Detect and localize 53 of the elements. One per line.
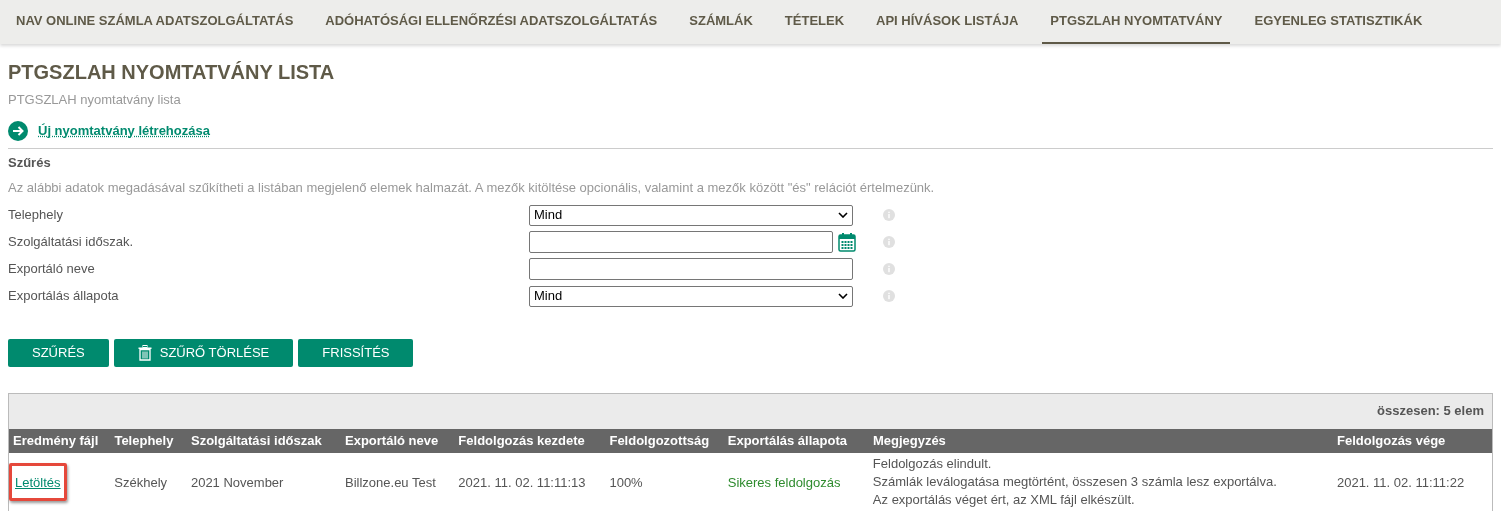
trash-icon <box>137 344 152 361</box>
page-subtitle: PTGSZLAH nyomtatvány lista <box>8 91 182 109</box>
info-icon <box>883 209 895 221</box>
nav-tab[interactable]: ADÓHATÓSÁGI ELLENŐRZÉSI ADATSZOLGÁLTATÁS <box>317 0 666 44</box>
create-link[interactable]: Új nyomtatvány létrehozása <box>38 120 210 141</box>
arrow-right-icon <box>8 120 28 141</box>
chevron-down-icon <box>838 212 848 218</box>
field-label: Exportáló neve <box>8 260 96 279</box>
total-count: összesen: 5 elem <box>1377 402 1484 421</box>
info-icon <box>883 263 895 275</box>
nav-tab[interactable]: SZÁMLÁK <box>681 0 761 44</box>
table-cell: 2021. 11. 02. 11:11:13 <box>458 474 586 490</box>
info-icon <box>883 290 895 302</box>
field-label: Telephely <box>8 206 64 225</box>
page-title: PTGSZLAH NYOMTATVÁNY LISTA <box>8 60 336 85</box>
calendar-icon[interactable] <box>838 232 856 252</box>
table-cell: Billzone.eu Test <box>345 474 436 490</box>
nav-tab[interactable]: PTGSZLAH NYOMTATVÁNY <box>1042 0 1231 44</box>
text-field[interactable] <box>529 258 853 280</box>
nav-tab[interactable]: EGYENLEG STATISZTIKÁK <box>1246 0 1431 44</box>
column-header: Eredmény fájl <box>12 431 100 450</box>
column-header: Exportálás állapota <box>726 431 848 450</box>
download-link[interactable]: Letöltés <box>15 474 61 490</box>
table-cell: 2021. 11. 02. 11:11:22 <box>1336 474 1465 490</box>
column-header: Feldolgozás vége <box>1335 431 1447 450</box>
field-label: Szolgáltatási időszak. <box>8 233 134 252</box>
select-field[interactable]: Mind <box>529 204 853 226</box>
date-field[interactable] <box>529 231 833 253</box>
column-header: Telephely <box>113 431 175 450</box>
select-field[interactable]: Mind <box>529 285 853 307</box>
nav-tab[interactable]: TÉTELEK <box>776 0 853 44</box>
filter-button[interactable]: SZŰRÉS <box>8 338 109 367</box>
status-text: Sikeres feldolgozás <box>727 474 841 490</box>
column-header: Szolgáltatási időszak <box>189 431 323 450</box>
table-cell: 2021 November <box>190 474 284 490</box>
column-header: Feldolgozottság <box>608 431 711 450</box>
note-line: Az exportálás véget ért, az XML fájl elkészült. <box>872 490 1136 509</box>
column-header: Feldolgozás kezdete <box>457 431 586 450</box>
field-label: Exportálás állapota <box>8 287 120 306</box>
info-icon <box>883 236 895 248</box>
table-cell: Székhely <box>114 474 168 490</box>
note-line: Számlák leválogatása megtörtént, összesen 3 számla lesz exportálva. <box>872 472 1278 491</box>
column-header: Megjegyzés <box>871 431 947 450</box>
filter-button[interactable]: FRISSÍTÉS <box>298 338 414 367</box>
nav-tab[interactable]: NAV ONLINE SZÁMLA ADATSZOLGÁLTATÁS <box>8 0 302 44</box>
chevron-down-icon <box>838 293 848 299</box>
filter-button[interactable]: SZŰRŐ TÖRLÉSE <box>113 338 294 367</box>
nav-tab[interactable]: API HÍVÁSOK LISTÁJA <box>868 0 1027 44</box>
filter-title: Szűrés <box>8 153 52 172</box>
column-header: Exportáló neve <box>344 431 440 450</box>
filter-description: Az alábbi adatok megadásával szűkítheti a listában megjelenő elemek halmazát. A mezők kitöltése opcionális, valamint a mezők között "és" relációt értelmezünk. <box>8 179 936 197</box>
table-cell: 100% <box>609 474 643 490</box>
note-line: Feldolgozás elindult. <box>872 454 993 473</box>
